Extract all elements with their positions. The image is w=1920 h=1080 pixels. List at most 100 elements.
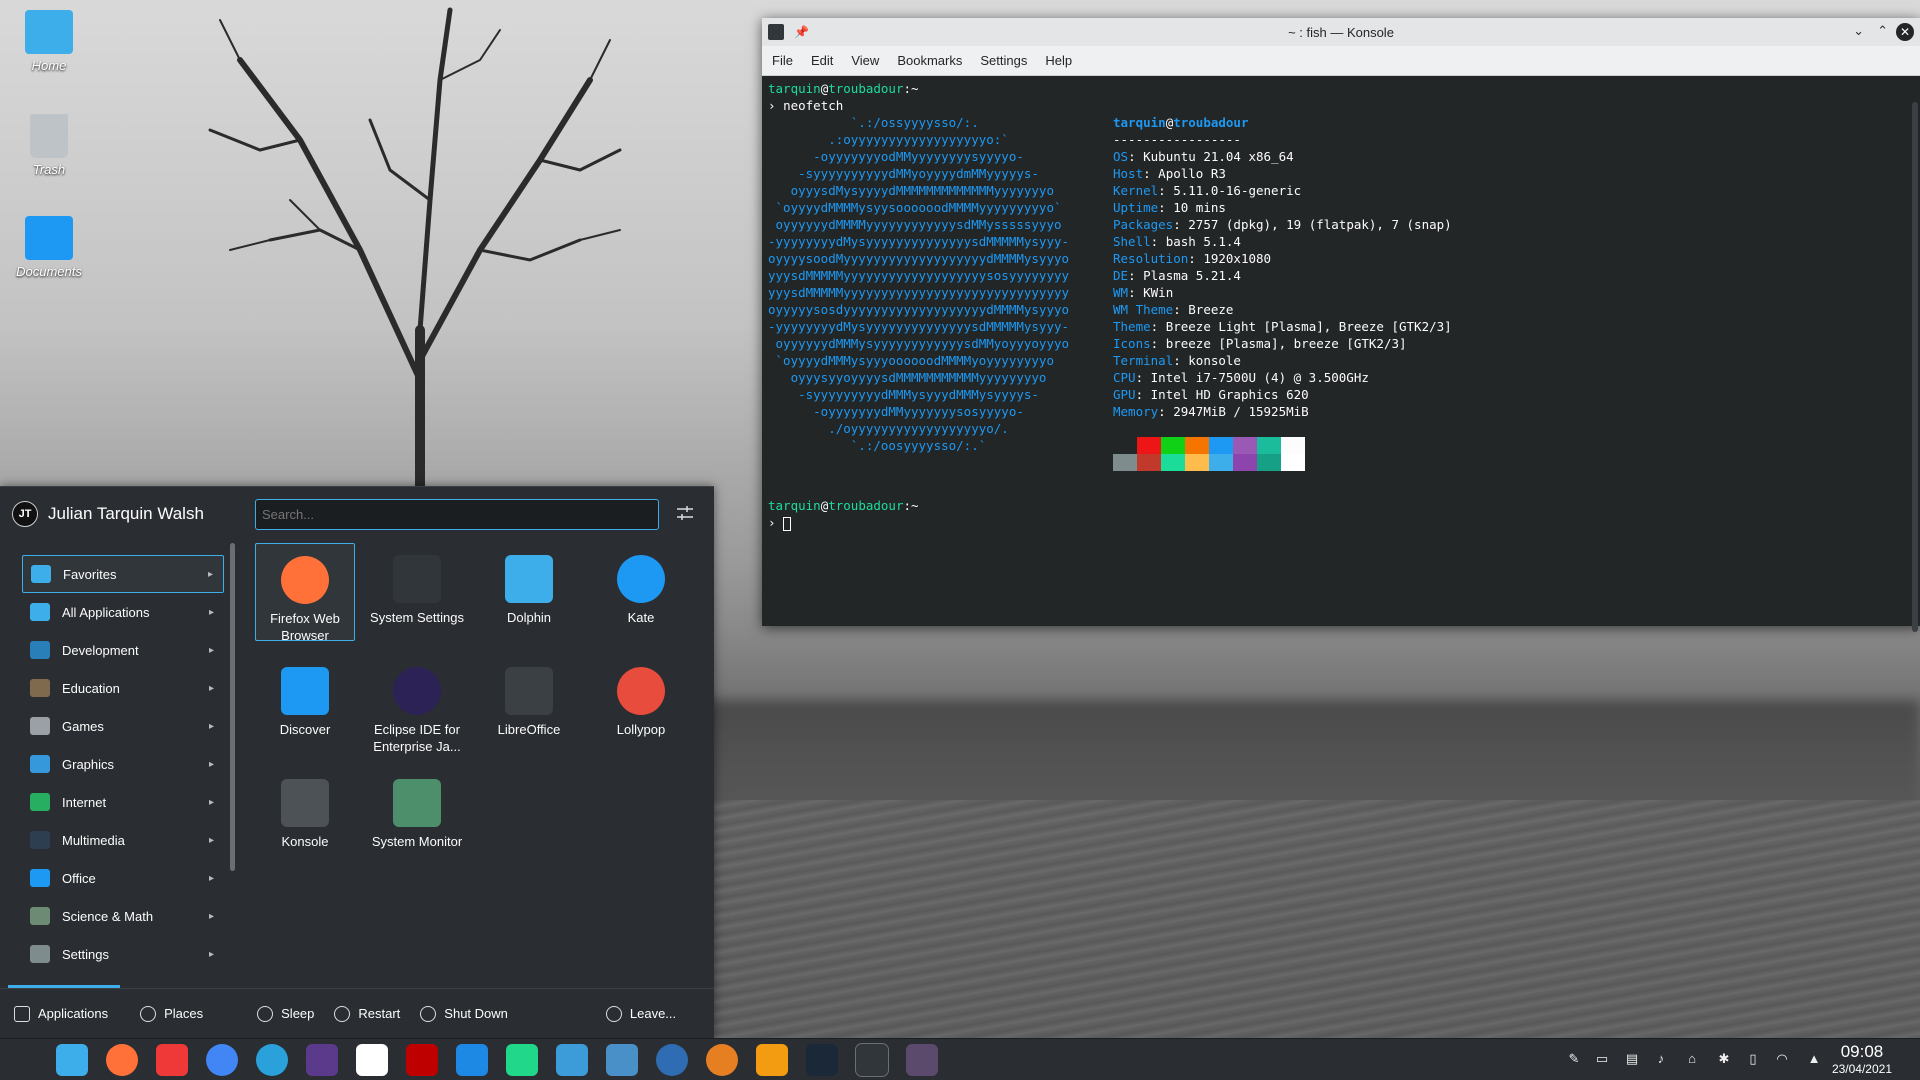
ascii-logo-line: -yyyyyyyydMysyyyyyyyyyyyyyysdMMMMMysyyy-	[768, 234, 1070, 249]
network-icon[interactable]: ⌂	[1684, 1051, 1700, 1067]
ascii-logo-line: yyysdMMMMMyyyyyyyyyyyyyyyyyyysosyyyyyyyy	[768, 268, 1070, 283]
battery-icon[interactable]: ▯	[1745, 1051, 1761, 1067]
minimize-button[interactable]: ⌄	[1853, 23, 1864, 39]
app-firefox-web-browser[interactable]: Firefox Web Browser	[255, 543, 355, 643]
category-settings[interactable]: Settings ▸	[22, 935, 224, 973]
menu-help[interactable]: Help	[1045, 53, 1072, 68]
menu-bookmarks[interactable]: Bookmarks	[897, 53, 962, 68]
konsole-icon[interactable]	[855, 1043, 889, 1077]
shutdown-button[interactable]: Shut Down	[420, 1005, 508, 1022]
info-separator: -----------------	[1113, 132, 1241, 147]
steam-icon[interactable]	[806, 1044, 838, 1076]
palette-swatch	[1257, 437, 1281, 454]
volume-icon[interactable]: ♪	[1653, 1051, 1669, 1067]
app-system-monitor[interactable]: System Monitor	[367, 767, 467, 865]
category-scrollbar[interactable]	[230, 543, 235, 871]
app-lollypop[interactable]: Lollypop	[591, 655, 691, 753]
vivaldi-icon[interactable]	[156, 1044, 188, 1076]
category-science-math[interactable]: Science & Math ▸	[22, 897, 224, 935]
app-label: Discover	[279, 722, 331, 737]
info-row: Uptime: 10 mins	[1113, 200, 1226, 215]
avatar[interactable]: JT	[12, 501, 38, 527]
desktop-icon-trash[interactable]: Trash	[9, 114, 89, 177]
category-education[interactable]: Education ▸	[22, 669, 224, 707]
category-graphics[interactable]: Graphics ▸	[22, 745, 224, 783]
flash-icon[interactable]	[756, 1044, 788, 1076]
clipboard-icon[interactable]: ▤	[1624, 1051, 1640, 1067]
vscode-icon[interactable]	[456, 1044, 488, 1076]
info-row: WM: KWin	[1113, 285, 1174, 300]
ascii-logo-line: `oyyyydMMMysyyyoooooodMMMMyoyyyyyyyyo	[768, 353, 1054, 368]
category-multimedia[interactable]: Multimedia ▸	[22, 821, 224, 859]
category-games[interactable]: Games ▸	[22, 707, 224, 745]
info-row: Icons: breeze [Plasma], breeze [GTK2/3]	[1113, 336, 1407, 351]
chrome-icon[interactable]	[206, 1044, 238, 1076]
info-key: Uptime	[1113, 200, 1159, 215]
user-name: Julian Tarquin Walsh	[48, 504, 204, 523]
pen-icon[interactable]: ✎	[1566, 1051, 1582, 1067]
category-office[interactable]: Office ▸	[22, 859, 224, 897]
writer-icon[interactable]	[606, 1044, 638, 1076]
terminal-area[interactable]: tarquin@troubadour:~ › neofetch `.:/ossyy…	[762, 76, 1920, 626]
category-development[interactable]: Development ▸	[22, 631, 224, 669]
wifi-icon[interactable]: ◠	[1774, 1051, 1790, 1067]
menu-view[interactable]: View	[851, 53, 879, 68]
app-system-settings[interactable]: System Settings	[367, 543, 467, 641]
restart-button[interactable]: Restart	[334, 1005, 400, 1022]
info-key: OS	[1113, 149, 1129, 164]
desktop-icon-home[interactable]: Home	[9, 10, 89, 73]
desktop-icon-documents[interactable]: Documents	[9, 216, 89, 279]
menu-edit[interactable]: Edit	[811, 53, 833, 68]
terminal-scrollbar[interactable]	[1912, 102, 1918, 632]
search-input[interactable]	[255, 499, 659, 530]
window-titlebar[interactable]: 📌 ~ : fish — Konsole ⌄ ⌃ ✕	[762, 18, 1920, 46]
color-wheel-icon[interactable]	[706, 1044, 738, 1076]
info-row: DE: Plasma 5.21.4	[1113, 268, 1241, 283]
category-internet[interactable]: Internet ▸	[22, 783, 224, 821]
app-label: Konsole	[281, 834, 329, 849]
ascii-logo-line: oyyysdMysyyyydMMMMMMMMMMMMMyyyyyyyo	[768, 183, 1054, 198]
telegram-icon[interactable]	[256, 1044, 288, 1076]
pycharm-icon[interactable]	[506, 1044, 538, 1076]
app-konsole[interactable]: Konsole	[255, 767, 355, 865]
kickoff-launcher-icon[interactable]	[6, 1044, 38, 1076]
blue-orb-icon[interactable]	[656, 1044, 688, 1076]
close-button[interactable]: ✕	[1896, 23, 1914, 41]
menu-settings[interactable]: Settings	[980, 53, 1027, 68]
maximize-button[interactable]: ⌃	[1877, 23, 1888, 39]
terminal-tray-icon[interactable]: ▭	[1594, 1051, 1610, 1067]
sleep-button[interactable]: Sleep	[257, 1005, 314, 1022]
desktop-icon-label: Trash	[32, 162, 66, 177]
palette-swatch	[1185, 437, 1209, 454]
app-discover[interactable]: Discover	[255, 655, 355, 753]
bluetooth-icon[interactable]: ✱	[1716, 1051, 1732, 1067]
power-icon	[420, 1005, 437, 1022]
app-kate[interactable]: Kate	[591, 543, 691, 641]
dolphin-icon[interactable]	[56, 1044, 88, 1076]
tab-places[interactable]: Places	[140, 1005, 203, 1022]
tab-applications[interactable]: Applications	[14, 1005, 108, 1022]
chevron-right-icon: ▸	[208, 872, 214, 884]
konsole-window[interactable]: 📌 ~ : fish — Konsole ⌄ ⌃ ✕ File Edit Vie…	[762, 18, 1920, 632]
category-icon	[30, 755, 50, 773]
leave-button[interactable]: Leave...	[605, 1005, 676, 1022]
java-ee-icon[interactable]	[906, 1044, 938, 1076]
ghost-icon[interactable]	[356, 1044, 388, 1076]
configure-icon[interactable]	[676, 503, 694, 523]
info-value: Breeze	[1188, 302, 1234, 317]
digital-clock[interactable]: 09:08 23/04/2021	[1832, 1042, 1892, 1076]
texstudio-icon[interactable]	[306, 1044, 338, 1076]
filezilla-icon[interactable]	[406, 1044, 438, 1076]
category-all-applications[interactable]: All Applications ▸	[22, 593, 224, 631]
tray-expand-icon[interactable]: ▲	[1806, 1051, 1822, 1067]
menu-file[interactable]: File	[772, 53, 793, 68]
chevron-right-icon: ▸	[208, 796, 214, 808]
app-eclipse-ide-for-enterprise-ja[interactable]: Eclipse IDE for Enterprise Ja...	[367, 655, 467, 754]
info-key: Icons	[1113, 336, 1151, 351]
firefox-icon[interactable]	[106, 1044, 138, 1076]
app-dolphin[interactable]: Dolphin	[479, 543, 579, 641]
category-favorites[interactable]: Favorites ▸	[22, 555, 224, 593]
category-icon	[30, 641, 50, 659]
app-libreoffice[interactable]: LibreOffice	[479, 655, 579, 753]
okular-icon[interactable]	[556, 1044, 588, 1076]
